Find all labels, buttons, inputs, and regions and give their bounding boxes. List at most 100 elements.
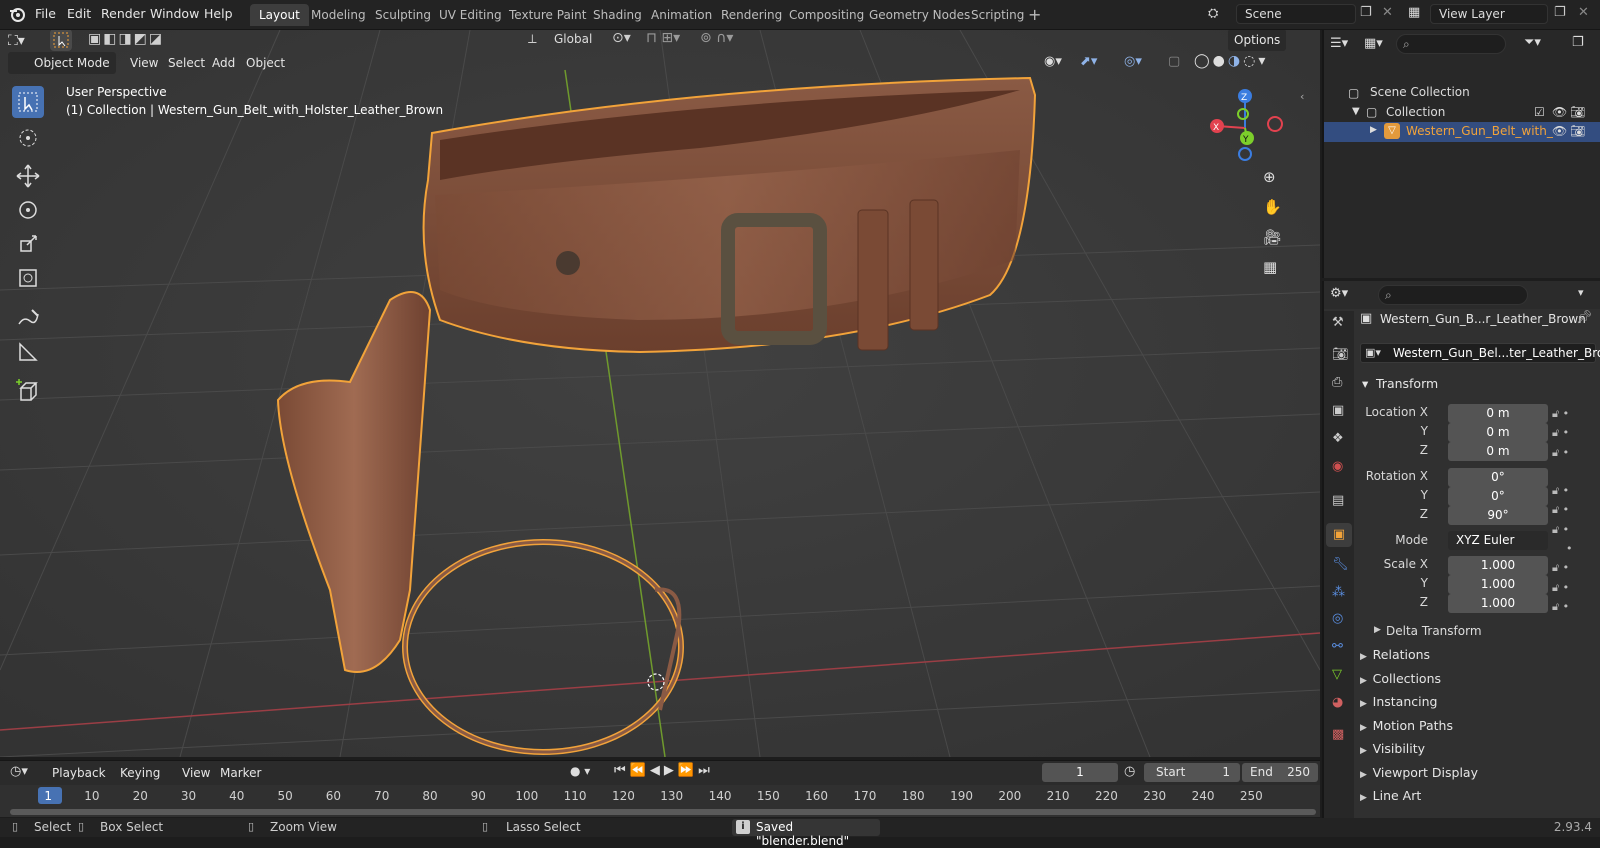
- tab-uv-editing[interactable]: UV Editing: [430, 4, 511, 26]
- scale-z-field[interactable]: 1.000: [1448, 594, 1548, 613]
- section-line-art[interactable]: ▶ Line Art: [1360, 788, 1596, 802]
- view-layer-field[interactable]: View Layer: [1430, 4, 1548, 24]
- section-instancing[interactable]: ▶ Instancing: [1360, 694, 1596, 718]
- timeline-scrollbar[interactable]: [10, 809, 1316, 815]
- outliner-object-row[interactable]: ▶ ▽ Western_Gun_Belt_with_ 👁︎ 📷︎: [1324, 122, 1600, 142]
- location-x-field[interactable]: 0 m: [1448, 404, 1548, 423]
- delta-transform-section[interactable]: Delta Transform: [1386, 624, 1482, 638]
- tab-animation[interactable]: Animation: [642, 4, 721, 26]
- snap-icon[interactable]: ⊓ ⊞▾: [646, 30, 680, 46]
- pivot-icon[interactable]: ⊙▾: [612, 30, 631, 46]
- tool-cursor[interactable]: [12, 122, 44, 154]
- proportional-edit-icon[interactable]: ⊚ ∩▾: [700, 30, 733, 46]
- location-y-field[interactable]: 0 m: [1448, 423, 1548, 442]
- lock-icons[interactable]: 🔓︎ • 🔓︎ • 🔓︎ • 🔓︎ • 🔓︎ • 🔓︎ • • 🔓︎ • 🔓︎ • 🔓︎ •: [1552, 404, 1592, 616]
- visibility-icon[interactable]: ◉▾: [1044, 54, 1062, 69]
- outliner-scene-collection[interactable]: Scene Collection: [1370, 85, 1470, 99]
- timeline-editor-icon[interactable]: ◷▾: [10, 764, 28, 779]
- tab-shading[interactable]: Shading: [584, 4, 651, 26]
- properties-options-icon[interactable]: ▾: [1578, 286, 1584, 299]
- end-frame-field[interactable]: End 250: [1242, 763, 1318, 782]
- collection-eye-icon[interactable]: 👁︎: [1552, 105, 1567, 119]
- gun-belt-model[interactable]: [0, 30, 1320, 757]
- expand-arrow-icon[interactable]: ▼: [1352, 106, 1360, 117]
- menu-playback[interactable]: Playback: [46, 762, 112, 784]
- particles-tab-icon[interactable]: ⁂: [1332, 585, 1345, 600]
- rotation-mode-dropdown[interactable]: XYZ Euler: [1448, 531, 1548, 550]
- status-message[interactable]: i Saved "blender.blend": [732, 819, 880, 848]
- tool-add-cube[interactable]: [12, 376, 44, 408]
- sidebar-collapse-icon[interactable]: ‹: [1300, 90, 1304, 103]
- menu-object[interactable]: Object: [240, 52, 291, 74]
- rotation-y-field[interactable]: 0°: [1448, 487, 1548, 506]
- selection-mode-icons[interactable]: ▣◧◨◩◪: [88, 31, 164, 47]
- pin-icon[interactable]: 📌︎: [1576, 310, 1593, 325]
- start-frame-field[interactable]: Start 1: [1144, 763, 1240, 782]
- expand-arrow-icon[interactable]: ▶: [1370, 125, 1377, 135]
- delta-expand-icon[interactable]: ▶: [1374, 625, 1381, 635]
- shading-modes-icons[interactable]: ◯●◑◌▾: [1194, 53, 1268, 69]
- modifier-tab-icon[interactable]: 🔧︎: [1332, 557, 1349, 572]
- new-view-layer-icon[interactable]: ❐: [1554, 5, 1566, 20]
- section-motion-paths[interactable]: ▶ Motion Paths: [1360, 718, 1596, 742]
- 3d-viewport[interactable]: ⛶▾ ▣◧◨◩◪ ⟂ Global ⊙▾ ⊓ ⊞▾ ⊚ ∩▾ Options O…: [0, 30, 1320, 757]
- outliner-collection[interactable]: Collection: [1386, 105, 1445, 119]
- add-workspace-icon[interactable]: +: [1028, 5, 1041, 24]
- tab-scripting[interactable]: Scripting: [962, 4, 1033, 26]
- object-name-field[interactable]: ▣▾ Western_Gun_Bel...ter_Leather_Brown: [1360, 343, 1600, 363]
- object-tab-icon[interactable]: ▣: [1326, 523, 1352, 547]
- current-frame-field[interactable]: 1: [1042, 763, 1118, 782]
- scale-y-field[interactable]: 1.000: [1448, 575, 1548, 594]
- world-tab-icon[interactable]: ◉: [1332, 459, 1343, 474]
- constraints-tab-icon[interactable]: ⚯: [1332, 639, 1343, 654]
- scene-field[interactable]: Scene: [1236, 4, 1356, 24]
- tab-modeling[interactable]: Modeling: [302, 4, 375, 26]
- properties-search-input[interactable]: ⌕: [1378, 285, 1528, 305]
- section-viewport-display[interactable]: ▶ Viewport Display: [1360, 765, 1596, 789]
- display-mode-icon[interactable]: ▦▾: [1364, 36, 1383, 51]
- tab-texture-paint[interactable]: Texture Paint: [500, 4, 595, 26]
- editor-type-icon[interactable]: ⛶▾: [8, 33, 38, 53]
- object-eye-icon[interactable]: 👁︎: [1552, 124, 1567, 138]
- tool-transform[interactable]: [12, 262, 44, 294]
- camera-view-icon[interactable]: 🎥︎: [1263, 228, 1282, 246]
- navigation-gizmo[interactable]: Z X Y: [1205, 88, 1285, 168]
- scene-icon[interactable]: ⛭: [1208, 6, 1226, 22]
- tab-layout[interactable]: Layout: [250, 4, 309, 26]
- section-collections[interactable]: ▶ Collections: [1360, 671, 1596, 695]
- tool-tab-icon[interactable]: ⚒: [1332, 315, 1344, 330]
- close-scene-icon[interactable]: ✕: [1382, 5, 1393, 20]
- orientation-icon[interactable]: ⟂: [528, 32, 537, 47]
- menu-marker[interactable]: Marker: [214, 762, 267, 784]
- tool-annotate[interactable]: [12, 302, 44, 334]
- section-relations[interactable]: ▶ Relations: [1360, 647, 1596, 671]
- menu-help[interactable]: Help: [196, 0, 241, 28]
- transform-section[interactable]: Transform: [1376, 376, 1438, 391]
- render-tab-icon[interactable]: 📷︎: [1332, 347, 1349, 362]
- pan-hand-icon[interactable]: ✋: [1263, 198, 1282, 216]
- tool-select-box[interactable]: [12, 86, 44, 118]
- material-tab-icon[interactable]: ◕: [1332, 695, 1343, 710]
- tab-sculpting[interactable]: Sculpting: [366, 4, 440, 26]
- collection-checkbox-icon[interactable]: ☑: [1534, 105, 1545, 119]
- output-tab-icon[interactable]: ⎙: [1332, 375, 1342, 390]
- object-camera-icon[interactable]: 📷︎: [1570, 124, 1585, 138]
- data-tab-icon[interactable]: ▽: [1332, 667, 1342, 682]
- transform-orientation-dropdown[interactable]: Global: [546, 30, 604, 50]
- overlay-toggle-icon[interactable]: ◎▾: [1124, 54, 1142, 69]
- xray-icon[interactable]: ▢: [1168, 54, 1180, 69]
- scene-tab-icon[interactable]: ❖: [1332, 431, 1344, 446]
- transform-expand-icon[interactable]: ▾: [1362, 376, 1368, 391]
- scale-x-field[interactable]: 1.000: [1448, 556, 1548, 575]
- menu-add[interactable]: Add: [206, 52, 241, 74]
- close-view-layer-icon[interactable]: ✕: [1578, 5, 1589, 20]
- collection-camera-icon[interactable]: 📷︎: [1570, 105, 1585, 119]
- location-z-field[interactable]: 0 m: [1448, 442, 1548, 461]
- zoom-icon[interactable]: ⊕: [1263, 168, 1276, 186]
- new-collection-icon[interactable]: ❐: [1572, 35, 1584, 50]
- filter-icon[interactable]: ⏷▾: [1524, 35, 1541, 50]
- gizmo-toggle-icon[interactable]: ⬈▾: [1080, 54, 1097, 69]
- tool-rotate[interactable]: [12, 194, 44, 226]
- select-tool-icon[interactable]: [50, 30, 72, 51]
- properties-editor-icon[interactable]: ⚙▾: [1330, 286, 1348, 301]
